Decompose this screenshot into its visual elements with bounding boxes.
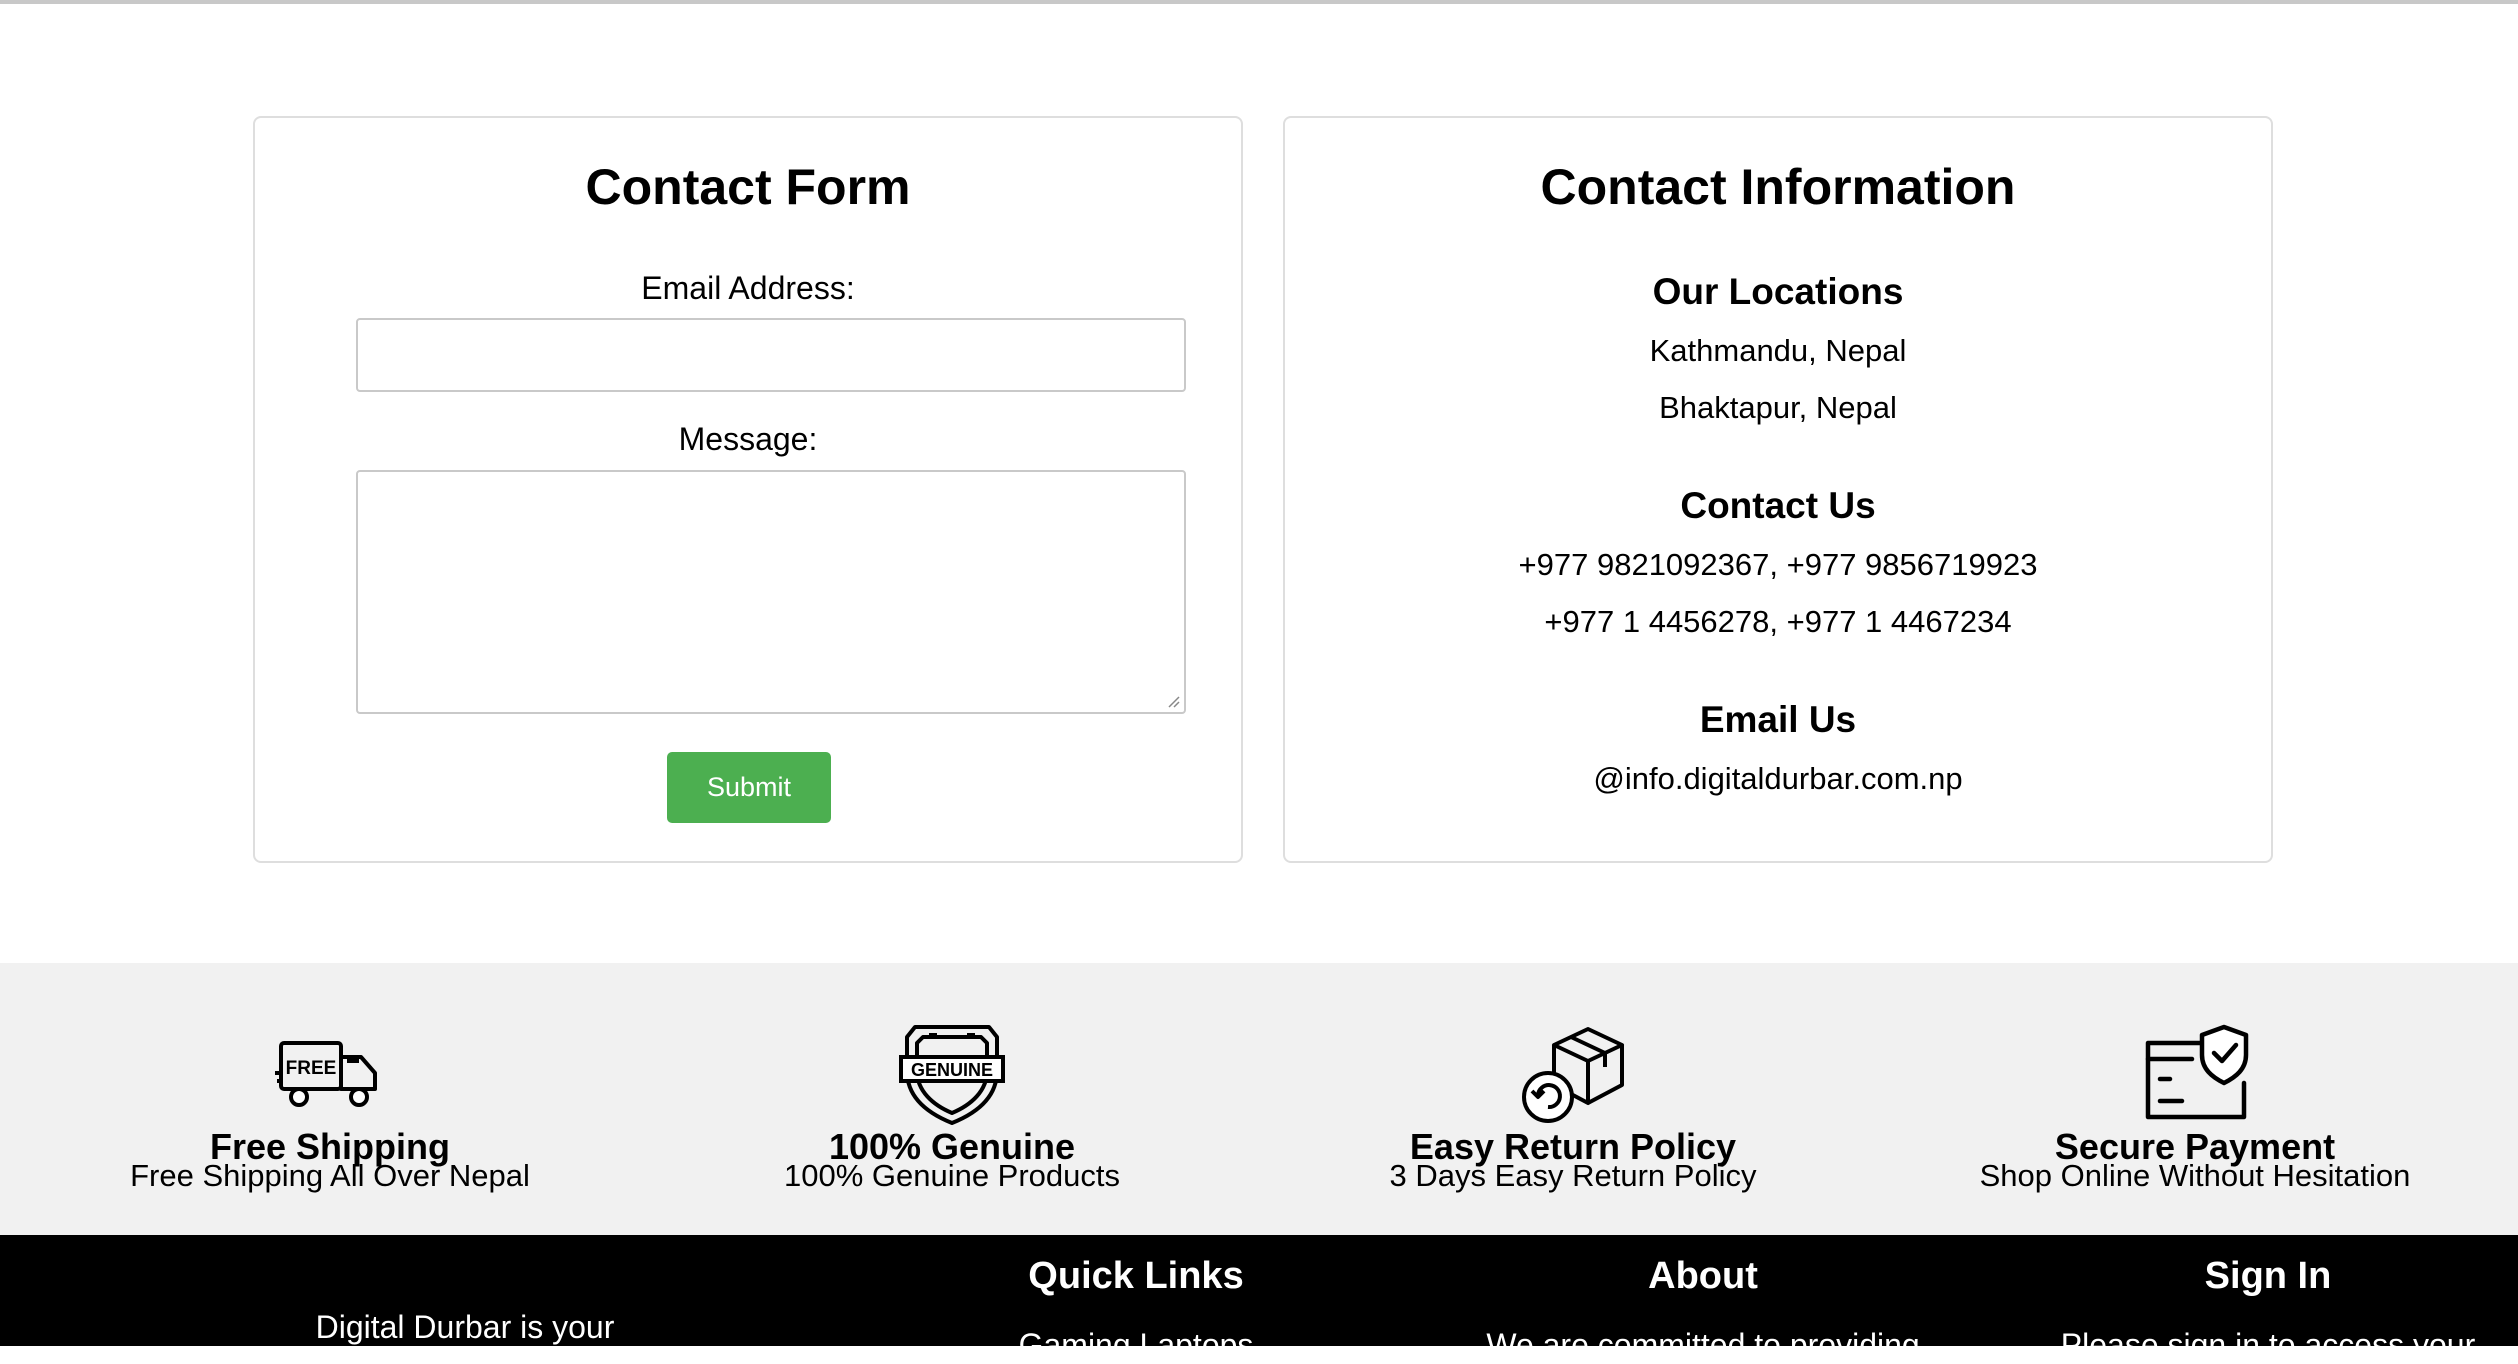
contact-form-card: Contact Form Email Address: Message: Sub… [253, 116, 1243, 863]
svg-text:GENUINE: GENUINE [911, 1060, 993, 1080]
contact-info-title: Contact Information [1540, 159, 2016, 215]
feature-subtitle: 100% Genuine Products [783, 1158, 1121, 1193]
location-item: Bhaktapur, Nepal [1659, 390, 1897, 425]
resize-handle-icon[interactable] [1166, 694, 1180, 708]
feature-secure-payment: Secure Payment Shop Online Without Hesit… [1945, 963, 2445, 1235]
submit-button[interactable]: Submit [667, 752, 831, 823]
contact-info-card: Contact Information Our Locations Kathma… [1283, 116, 2273, 863]
contact-form-title: Contact Form [585, 159, 911, 215]
email-label: Email Address: [641, 270, 855, 306]
free-shipping-truck-icon: FREE [275, 1041, 377, 1107]
feature-genuine: GENUINE 100% Genuine 100% Genuine Produc… [702, 963, 1202, 1235]
footer-about-text: Digital Durbar is your [315, 1309, 615, 1345]
contact-us-heading: Contact Us [1680, 485, 1876, 526]
message-textarea[interactable] [356, 470, 1186, 714]
feature-free-shipping: FREE Free Shipping Free Shipping All Ove… [80, 963, 580, 1235]
location-item: Kathmandu, Nepal [1649, 333, 1907, 368]
return-box-icon [1522, 1027, 1624, 1123]
phone-line: +977 1 4456278, +977 1 4467234 [1544, 604, 2012, 639]
about-heading: About [1648, 1255, 1758, 1297]
features-strip: FREE Free Shipping Free Shipping All Ove… [0, 963, 2518, 1235]
feature-subtitle: Free Shipping All Over Nepal [130, 1158, 530, 1193]
quick-links-heading: Quick Links [1028, 1255, 1244, 1297]
email-us-heading: Email Us [1699, 699, 1857, 740]
genuine-badge-icon: GENUINE [899, 1025, 1005, 1125]
secure-payment-card-icon [2145, 1024, 2249, 1120]
feature-easy-return: Easy Return Policy 3 Days Easy Return Po… [1323, 963, 1823, 1235]
top-border [0, 0, 2518, 4]
feature-subtitle: Shop Online Without Hesitation [1979, 1158, 2411, 1193]
message-label: Message: [678, 421, 818, 457]
site-footer: Digital Durbar is your Quick Links Gamin… [0, 1235, 2518, 1363]
phone-line: +977 9821092367, +977 9856719923 [1518, 547, 2038, 582]
email-address: @info.digitaldurbar.com.np [1593, 761, 1963, 796]
svg-text:FREE: FREE [286, 1058, 337, 1079]
sign-in-heading: Sign In [2204, 1255, 2332, 1297]
email-input[interactable] [356, 318, 1186, 392]
feature-subtitle: 3 Days Easy Return Policy [1389, 1158, 1757, 1193]
locations-heading: Our Locations [1652, 271, 1904, 312]
